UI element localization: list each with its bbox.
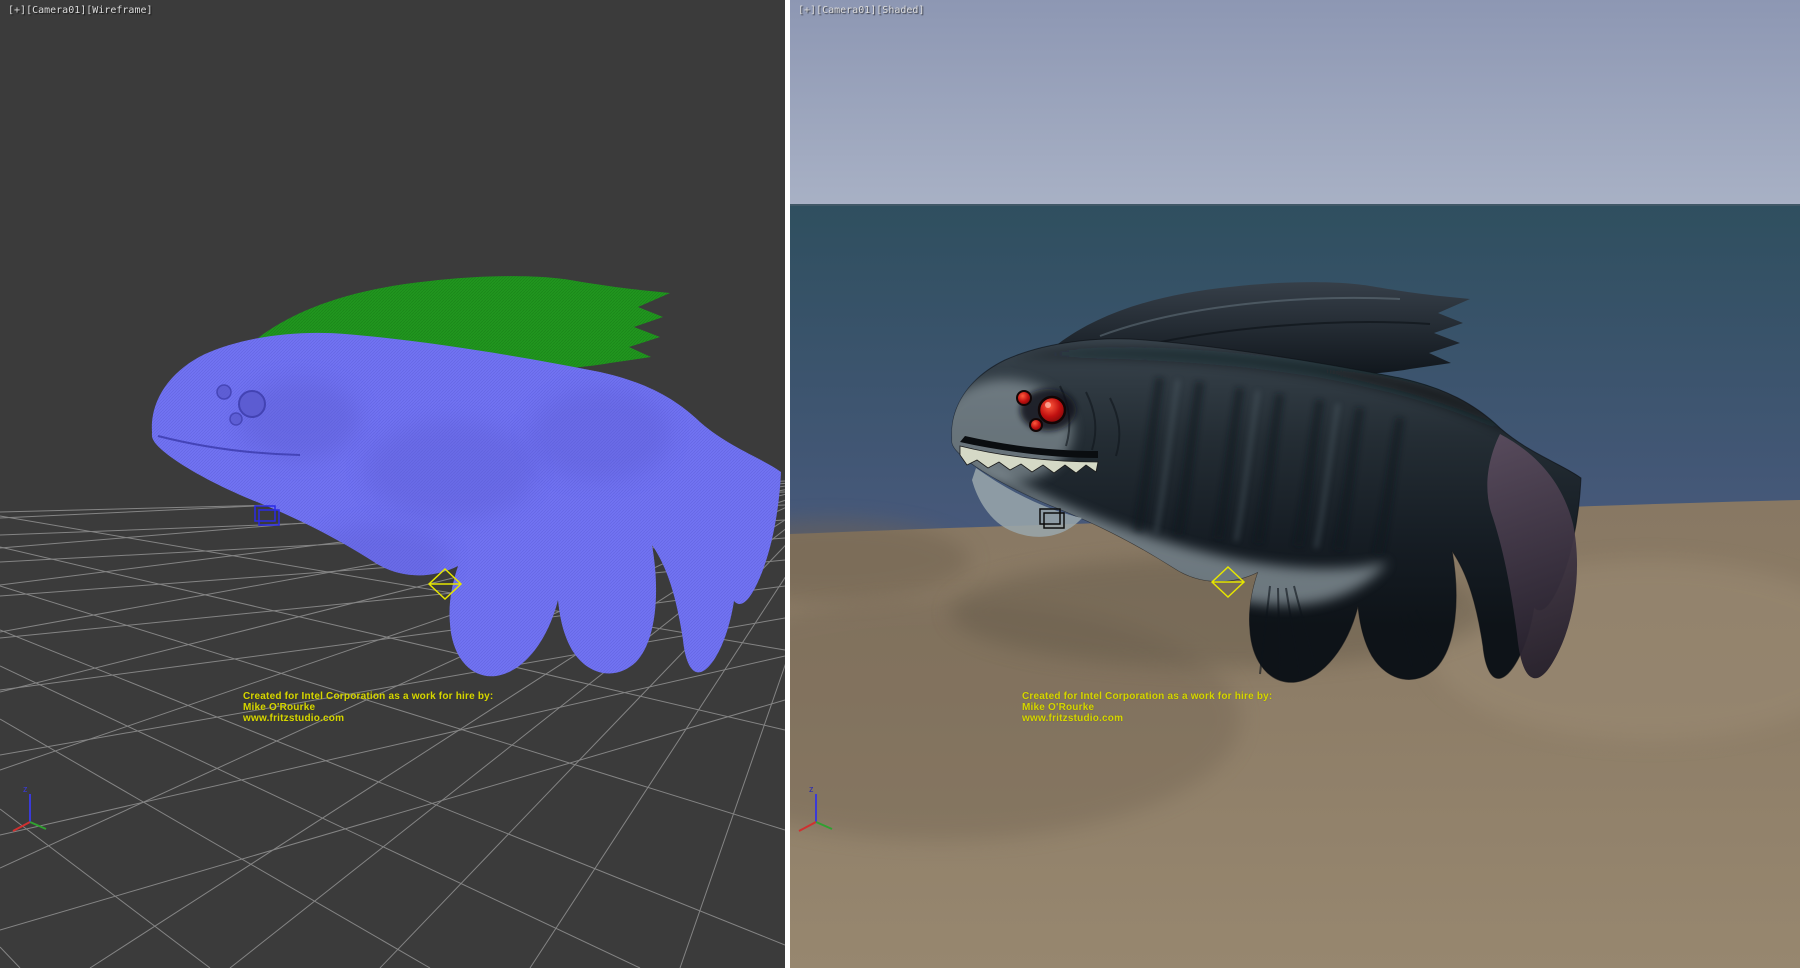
viewport-menu-pov[interactable]: [Camera01] bbox=[26, 5, 86, 16]
watermark-line1: Created for Intel Corporation as a work … bbox=[1022, 691, 1272, 702]
viewport-menu-shading[interactable]: [Shaded] bbox=[876, 5, 924, 16]
viewport-wireframe[interactable]: z [+][Camera01][Wireframe] Created for I… bbox=[0, 0, 785, 968]
watermark-line2: Mike O'Rourke bbox=[1022, 702, 1272, 713]
viewport-menu-pov[interactable]: [Camera01] bbox=[816, 5, 876, 16]
watermark-line3: www.fritzstudio.com bbox=[1022, 713, 1272, 724]
watermark-line2: Mike O'Rourke bbox=[243, 702, 493, 713]
axis-z-label: z bbox=[809, 784, 814, 794]
axis-z-label: z bbox=[23, 784, 28, 794]
watermark-line1: Created for Intel Corporation as a work … bbox=[243, 691, 493, 702]
fish-model-wireframe[interactable] bbox=[152, 333, 781, 676]
sky-background bbox=[790, 0, 1800, 206]
fish-eye-wire-small2 bbox=[230, 413, 242, 425]
fish-eye-wire bbox=[239, 391, 265, 417]
viewport-menu-general[interactable]: [+] bbox=[8, 5, 26, 16]
shaded-scene: z bbox=[790, 0, 1800, 968]
wireframe-scene: z bbox=[0, 0, 785, 968]
world-axis-tripod: z bbox=[13, 784, 46, 831]
box-helper-gizmo[interactable] bbox=[255, 506, 279, 525]
fish-eye-red-small2 bbox=[1030, 419, 1042, 431]
viewport-label-right: [+][Camera01][Shaded] bbox=[798, 5, 924, 17]
watermark-line3: www.fritzstudio.com bbox=[243, 713, 493, 724]
viewport-menu-general[interactable]: [+] bbox=[798, 5, 816, 16]
watermark-text: Created for Intel Corporation as a work … bbox=[243, 691, 493, 724]
viewport-shaded[interactable]: z [+][Camera01][Shaded] Created for Inte… bbox=[790, 0, 1800, 968]
dual-viewport-canvas: z [+][Camera01][Wireframe] Created for I… bbox=[0, 0, 1800, 978]
fish-eye-red-small bbox=[1017, 391, 1031, 405]
fish-eye-red bbox=[1039, 397, 1065, 423]
viewport-label-left: [+][Camera01][Wireframe] bbox=[8, 5, 153, 17]
watermark-text: Created for Intel Corporation as a work … bbox=[1022, 691, 1272, 724]
viewport-menu-shading[interactable]: [Wireframe] bbox=[86, 5, 152, 16]
fish-eye-wire-small bbox=[217, 385, 231, 399]
